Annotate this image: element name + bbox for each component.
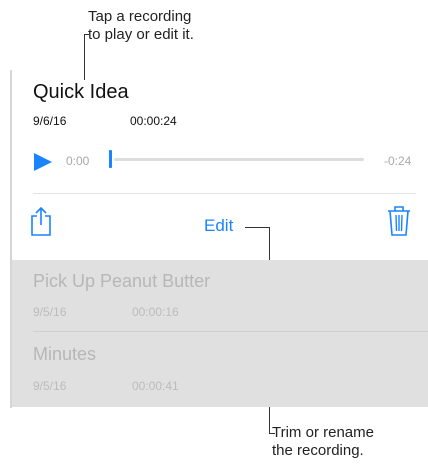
- recording-date: 9/6/16: [33, 114, 67, 128]
- callout-line: Tap a recording: [88, 8, 192, 25]
- scrubber-track[interactable]: [114, 158, 364, 161]
- list-item[interactable]: Pick Up Peanut Butter 9/5/16 00:00:16: [12, 260, 428, 330]
- list-item-title: Minutes: [33, 344, 97, 364]
- recording-title: Quick Idea: [33, 81, 129, 103]
- callout-leader-tick: [84, 34, 90, 35]
- list-item-title: Pick Up Peanut Butter: [33, 271, 211, 291]
- card-divider: [33, 193, 416, 194]
- callout-play-edit: Tap a recording to play or edit it.: [88, 8, 268, 44]
- elapsed-time: 0:00: [66, 154, 90, 168]
- callout-line: Trim or rename: [272, 424, 374, 441]
- scrubber-handle[interactable]: [109, 150, 112, 168]
- callout-trim-rename: Trim or rename the recording.: [272, 424, 422, 460]
- callout-line: the recording.: [272, 442, 364, 459]
- edit-button[interactable]: Edit: [204, 216, 233, 236]
- recording-duration: 00:00:24: [130, 114, 177, 128]
- callout-line: to play or edit it.: [88, 26, 194, 43]
- list-item-date: 9/5/16: [33, 305, 67, 319]
- callout-leader-line: [245, 227, 270, 228]
- list-item-duration: 00:00:16: [132, 305, 179, 319]
- callout-leader-line: [84, 34, 85, 80]
- list-divider: [33, 331, 428, 332]
- trash-icon[interactable]: [387, 205, 411, 237]
- play-icon[interactable]: [33, 152, 53, 172]
- list-item-date: 9/5/16: [33, 379, 67, 393]
- list-item[interactable]: Minutes 9/5/16 00:00:41: [12, 333, 428, 403]
- share-icon[interactable]: [30, 205, 52, 237]
- recordings-list: Pick Up Peanut Butter 9/5/16 00:00:16 Mi…: [12, 260, 428, 407]
- list-item-duration: 00:00:41: [132, 379, 179, 393]
- remaining-time: -0:24: [384, 154, 412, 168]
